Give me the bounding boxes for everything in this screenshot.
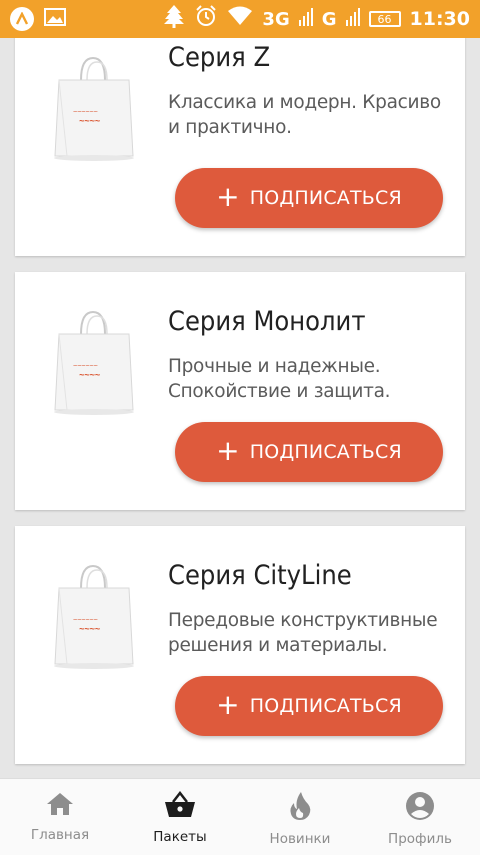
- svg-text:~~~~: ~~~~: [79, 370, 101, 380]
- subscribe-button-label: ПОДПИСАТЬСЯ: [249, 441, 402, 463]
- wifi-icon: [227, 6, 253, 32]
- clock: 11:30: [409, 8, 470, 30]
- nav-label: Профиль: [388, 831, 452, 847]
- network-type-label: 3G: [262, 8, 290, 30]
- network-type-label-2: G: [321, 8, 337, 30]
- subscribe-button[interactable]: + ПОДПИСАТЬСЯ: [175, 422, 443, 482]
- subscribe-button-label: ПОДПИСАТЬСЯ: [249, 187, 402, 209]
- app-notification-icon: [10, 7, 34, 31]
- bag-image: ~~~~~~ ~~~~: [49, 52, 139, 162]
- plus-icon: +: [216, 179, 240, 213]
- bottom-navigation: Главная Пакеты Новинки Профиль: [0, 778, 480, 855]
- plus-icon: +: [216, 433, 240, 467]
- bag-image: ~~~~~~ ~~~~: [49, 560, 139, 670]
- signal-icon-2: [345, 6, 360, 32]
- card-title: Серия CityLine: [168, 560, 352, 591]
- nav-item-new[interactable]: Новинки: [240, 779, 360, 855]
- package-list[interactable]: ~~~~~~ ~~~~ Серия Z Классика и модерн. К…: [0, 38, 480, 778]
- card-title: Серия Монолит: [168, 306, 366, 337]
- status-bar: 3G G 66 11:30: [0, 0, 480, 38]
- svg-text:~~~~~~: ~~~~~~: [73, 109, 98, 116]
- plus-icon: +: [216, 687, 240, 721]
- bag-image: ~~~~~~ ~~~~: [49, 306, 139, 416]
- tree-icon: [163, 4, 185, 34]
- package-card: ~~~~~~ ~~~~ Серия CityLine Передовые кон…: [15, 526, 465, 764]
- flame-icon: [288, 791, 312, 826]
- nav-item-home[interactable]: Главная: [0, 779, 120, 855]
- nav-label: Новинки: [269, 831, 331, 847]
- svg-text:~~~~~~: ~~~~~~: [73, 617, 98, 624]
- home-icon: [45, 791, 75, 822]
- card-description: Прочные и надежные. Спокойствие и защита…: [168, 356, 391, 402]
- nav-item-profile[interactable]: Профиль: [360, 779, 480, 855]
- subscribe-button-label: ПОДПИСАТЬСЯ: [249, 695, 402, 717]
- basket-icon: [164, 790, 196, 824]
- subscribe-button[interactable]: + ПОДПИСАТЬСЯ: [175, 168, 443, 228]
- nav-label: Главная: [30, 827, 90, 843]
- package-card: ~~~~~~ ~~~~ Серия Монолит Прочные и наде…: [15, 272, 465, 510]
- svg-text:~~~~: ~~~~: [79, 116, 101, 126]
- card-description: Классика и модерн. Красиво и практично.: [168, 92, 441, 138]
- account-icon: [405, 791, 435, 826]
- alarm-icon: [194, 4, 218, 34]
- svg-text:~~~~: ~~~~: [79, 624, 101, 634]
- svg-text:~~~~~~: ~~~~~~: [73, 363, 98, 370]
- package-card: ~~~~~~ ~~~~ Серия Z Классика и модерн. К…: [15, 38, 465, 256]
- subscribe-button[interactable]: + ПОДПИСАТЬСЯ: [175, 676, 443, 736]
- battery-icon: 66: [368, 11, 401, 27]
- nav-label: Пакеты: [153, 829, 207, 845]
- nav-item-packages[interactable]: Пакеты: [120, 779, 240, 855]
- signal-icon: [298, 6, 313, 32]
- card-title: Серия Z: [168, 42, 271, 73]
- card-description: Передовые конструктивные решения и матер…: [168, 610, 438, 656]
- image-notification-icon: [44, 7, 66, 31]
